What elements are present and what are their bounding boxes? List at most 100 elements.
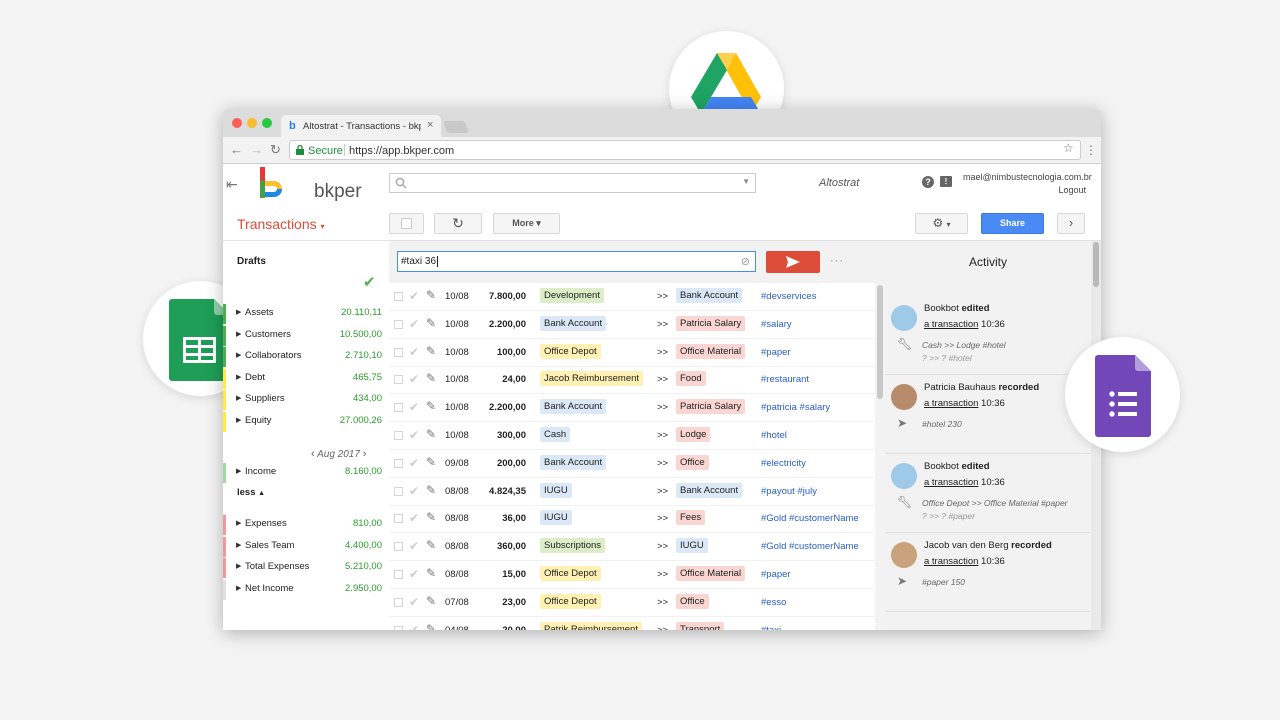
row-checkbox[interactable]	[394, 375, 403, 385]
from-account-tag[interactable]: Subscriptions	[540, 538, 606, 554]
from-account-tag[interactable]: Office Depot	[540, 566, 601, 581]
transaction-description[interactable]: #taxi	[761, 625, 781, 630]
search-dropdown-icon[interactable]: ▼	[742, 177, 750, 186]
back-arrow-icon[interactable]: ⇤	[226, 176, 238, 193]
check-icon[interactable]: ✔	[409, 372, 419, 386]
edit-pencil-icon[interactable]: ✎	[426, 510, 436, 524]
sidebar-item-expenses[interactable]: ▶ Expenses 810,00	[223, 515, 389, 535]
edit-pencil-icon[interactable]: ✎	[426, 566, 436, 580]
to-account-tag[interactable]: Bank Account	[676, 482, 743, 498]
row-checkbox[interactable]	[394, 542, 403, 552]
from-account-tag[interactable]: IUGU	[540, 510, 572, 526]
share-button[interactable]: Share	[981, 213, 1044, 234]
table-row[interactable]: ✔ ✎ 10/08 7.800,00 Development >> Bank Account…	[389, 283, 875, 311]
record-button[interactable]	[766, 251, 820, 273]
transaction-description[interactable]: #esso	[761, 597, 786, 608]
check-icon[interactable]: ✔	[409, 345, 419, 359]
edit-pencil-icon[interactable]: ✎	[426, 399, 436, 413]
maximize-window-button[interactable]	[262, 118, 272, 128]
sidebar-item-equity[interactable]: ▶ Equity 27.000,26	[223, 411, 389, 432]
row-checkbox[interactable]	[394, 486, 403, 496]
from-account-tag[interactable]: Bank Account	[540, 315, 607, 331]
to-account-tag[interactable]: Patricia Salary	[676, 399, 746, 415]
check-icon[interactable]: ✔	[409, 456, 419, 470]
tab-close-icon[interactable]: ×	[427, 119, 433, 131]
less-toggle[interactable]: less ▲	[237, 487, 265, 498]
sidebar-item-collaborators[interactable]: ▶ Collaborators 2.710,10	[223, 347, 389, 367]
new-tab-button[interactable]	[442, 121, 470, 133]
check-icon[interactable]: ✔	[409, 511, 419, 525]
next-panel-button[interactable]: ›	[1057, 213, 1085, 234]
transaction-description[interactable]: #salary	[761, 319, 792, 330]
check-icon[interactable]: ✔	[409, 539, 419, 553]
to-account-tag[interactable]: Office Material	[676, 343, 746, 359]
from-account-tag[interactable]: Patrik Reimbursement	[540, 621, 642, 630]
row-checkbox[interactable]	[394, 431, 403, 440]
from-account-tag[interactable]: Bank Account	[540, 399, 607, 415]
transaction-description[interactable]: #paper	[761, 569, 791, 580]
bookmark-star-icon[interactable]: ☆	[1063, 141, 1074, 155]
minimize-window-button[interactable]	[247, 118, 257, 128]
transaction-description[interactable]: #patricia #salary	[761, 402, 830, 413]
to-account-tag[interactable]: Fees	[676, 510, 706, 526]
edit-pencil-icon[interactable]: ✎	[426, 427, 436, 441]
refresh-button[interactable]: ↻	[434, 213, 482, 234]
check-icon[interactable]: ✔	[409, 484, 419, 498]
edit-pencil-icon[interactable]: ✎	[426, 344, 436, 358]
search-input[interactable]: ▼	[389, 173, 756, 193]
transaction-description[interactable]: #payout #july	[761, 486, 817, 497]
row-checkbox[interactable]	[394, 347, 403, 357]
table-row[interactable]: ✔ ✎ 10/08 2.200,00 Bank Account >> Patricia Sa…	[389, 311, 875, 339]
transaction-description[interactable]: #restaurant	[761, 374, 809, 385]
transactions-scroll-thumb[interactable]	[877, 285, 883, 399]
browser-forward-icon[interactable]: →	[250, 142, 263, 157]
from-account-tag[interactable]: Bank Account	[540, 454, 607, 470]
table-row[interactable]: ✔ ✎ 09/08 200,00 Bank Account >> Office #electr…	[389, 450, 875, 478]
browser-tab[interactable]: b Altostrat - Transactions - bkpe ×	[281, 115, 441, 137]
transaction-link[interactable]: a transaction	[924, 319, 978, 330]
browser-back-icon[interactable]: ←	[230, 142, 243, 157]
sidebar-item-customers[interactable]: ▶ Customers 10.500,00	[223, 325, 389, 346]
from-account-tag[interactable]: Office Depot	[540, 343, 601, 359]
table-row[interactable]: ✔ ✎ 08/08 360,00 Subscriptions >> IUGU #Gold #c…	[389, 533, 875, 562]
check-icon[interactable]: ✔	[409, 317, 419, 331]
to-account-tag[interactable]: Transport	[676, 621, 725, 630]
table-row[interactable]: ✔ ✎ 04/0820,00 Patrik Reimbursement >> Transp…	[389, 617, 875, 630]
table-row[interactable]: ✔ ✎ 10/08 100,00 Office Depot >> Office Materi…	[389, 339, 875, 367]
table-row[interactable]: ✔ ✎ 07/08 23,00 Office Depot >> Office #esso	[389, 589, 875, 617]
from-account-tag[interactable]: IUGU	[540, 482, 572, 498]
activity-scroll-thumb[interactable]	[1093, 242, 1099, 287]
more-button[interactable]: More ▾	[493, 213, 560, 234]
book-name[interactable]: Altostrat	[819, 177, 859, 189]
edit-pencil-icon[interactable]: ✎	[426, 622, 436, 630]
transaction-description[interactable]: #Gold #customerName	[761, 513, 859, 524]
check-icon[interactable]: ✔	[409, 567, 419, 581]
check-icon[interactable]: ✔	[409, 623, 419, 630]
sidebar-drafts[interactable]: Drafts	[237, 256, 266, 267]
to-account-tag[interactable]: Lodge	[676, 427, 711, 442]
transaction-link[interactable]: a transaction	[924, 477, 978, 488]
check-icon[interactable]: ✔	[409, 428, 419, 442]
to-account-tag[interactable]: IUGU	[676, 538, 708, 554]
table-row[interactable]: ✔ ✎ 08/08 15,00 Office Depot >> Office Materia…	[389, 561, 875, 589]
row-checkbox[interactable]	[394, 458, 403, 468]
check-icon[interactable]: ✔	[409, 289, 419, 303]
to-account-tag[interactable]: Food	[676, 371, 706, 387]
sidebar-item-total-expenses[interactable]: ▶ Total Expenses 5.210,00	[223, 558, 389, 578]
transaction-description[interactable]: #hotel	[761, 430, 787, 441]
edit-pencil-icon[interactable]: ✎	[426, 316, 436, 330]
table-row[interactable]: ✔ ✎ 08/08 36,00 IUGU >> Fees #Gold #customerNam…	[389, 505, 875, 534]
to-account-tag[interactable]: Office	[676, 454, 709, 470]
url-field[interactable]: Secure https://app.bkper.com	[289, 140, 1081, 160]
transaction-description[interactable]: #devservices	[761, 291, 816, 302]
browser-menu-icon[interactable]: ⋮	[1085, 143, 1097, 157]
sidebar-item-suppliers[interactable]: ▶ Suppliers 434,00	[223, 390, 389, 410]
edit-pencil-icon[interactable]: ✎	[426, 538, 436, 552]
page-title[interactable]: Transactions ▾	[237, 216, 325, 232]
check-icon[interactable]: ✔	[409, 400, 419, 414]
transaction-input[interactable]: #taxi 36 ⊘	[397, 251, 756, 272]
transaction-description[interactable]: #paper	[761, 347, 791, 358]
row-checkbox[interactable]	[394, 514, 403, 524]
settings-button[interactable]: ⚙ ▾	[915, 213, 968, 234]
edit-pencil-icon[interactable]: ✎	[426, 371, 436, 385]
